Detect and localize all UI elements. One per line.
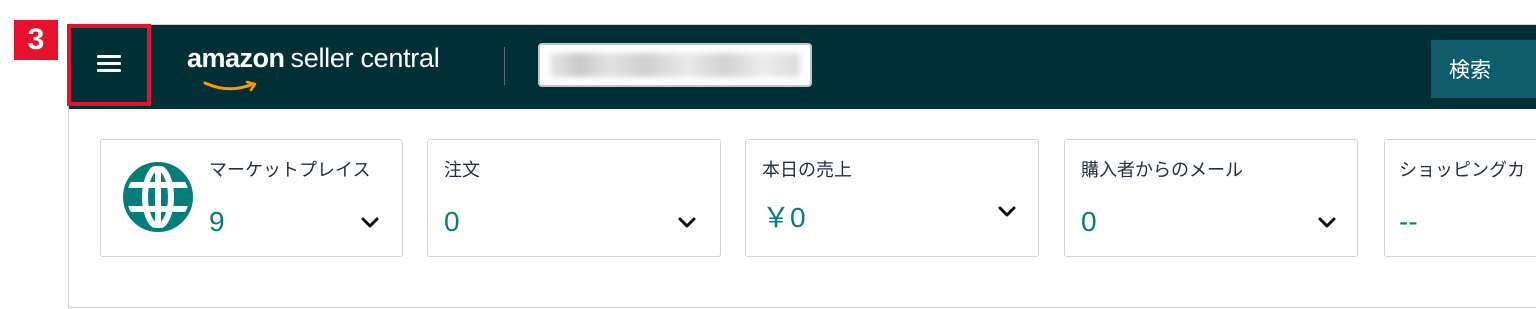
widget-label: 購入者からのメール: [1081, 160, 1243, 181]
logo-brand-text: amazon: [187, 43, 285, 73]
widget-label: 注文: [444, 160, 480, 181]
widget-value: --: [1399, 206, 1418, 237]
top-navigation-bar: amazon seller central 検索: [69, 25, 1536, 109]
widget-marketplaces[interactable]: マーケットプレイス 9: [100, 139, 403, 257]
widget-value: ￥0: [762, 202, 806, 233]
logo-product-text: seller central: [290, 43, 440, 73]
account-selector[interactable]: [538, 43, 812, 87]
amazon-smile-icon: [203, 80, 257, 92]
chevron-down-icon[interactable]: [998, 206, 1016, 217]
globe-icon: [123, 162, 193, 232]
search-button[interactable]: 検索: [1431, 40, 1536, 98]
widget-orders[interactable]: 注文 0: [427, 139, 721, 257]
widget-value: 9: [209, 206, 225, 237]
chevron-down-icon[interactable]: [678, 217, 696, 228]
widget-label: マーケットプレイス: [209, 160, 371, 181]
seller-central-page: amazon seller central 検索 マーケットプレイス 9 注文 …: [68, 24, 1536, 308]
hamburger-menu-icon[interactable]: [97, 55, 125, 79]
widget-value: 0: [444, 206, 460, 237]
widget-todays-sales[interactable]: 本日の売上 ￥0: [745, 139, 1039, 257]
chevron-down-icon[interactable]: [361, 217, 379, 228]
widget-label: ショッピングカ: [1399, 160, 1525, 181]
widget-value: 0: [1081, 206, 1097, 237]
step-number-badge: 3: [14, 20, 58, 60]
header-divider: [504, 47, 505, 85]
widget-buyer-messages[interactable]: 購入者からのメール 0: [1064, 139, 1358, 257]
account-name-blurred: [550, 53, 800, 77]
chevron-down-icon[interactable]: [1318, 217, 1336, 228]
amazon-seller-central-logo[interactable]: amazon seller central: [187, 43, 440, 92]
widget-label: 本日の売上: [762, 160, 852, 181]
search-button-label: 検索: [1449, 58, 1491, 82]
widget-shopping-cart[interactable]: ショッピングカ --: [1384, 139, 1536, 257]
